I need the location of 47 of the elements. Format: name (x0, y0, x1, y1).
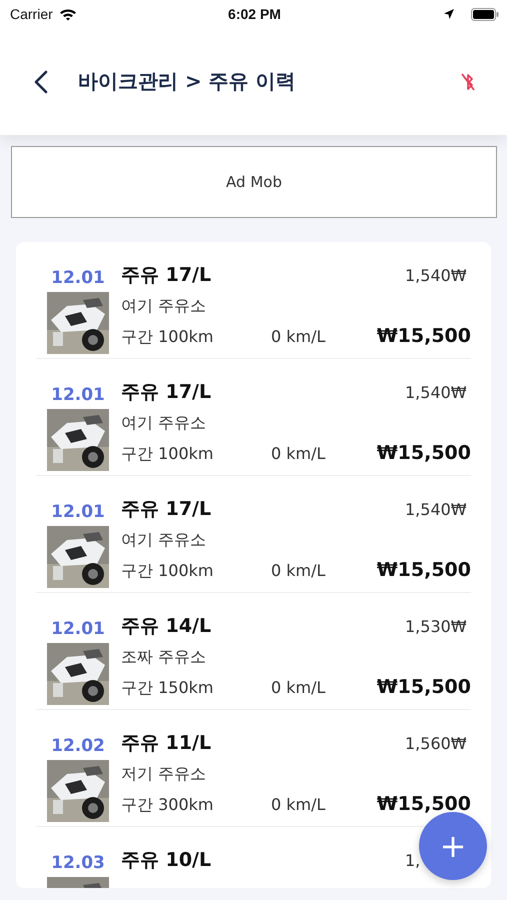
wifi-icon (58, 8, 77, 20)
efficiency-text: 0 km/L (271, 795, 326, 814)
total-cost: ₩15,500 (376, 676, 471, 698)
record-date: 12.01 (51, 502, 105, 522)
record-title: 주유 14/L (121, 614, 212, 639)
bluetooth-off-icon[interactable] (459, 70, 477, 92)
distance-text: 구간 100km (121, 327, 214, 348)
record-title: 주유 17/L (121, 497, 212, 522)
record-title: 주유 11/L (121, 731, 212, 756)
record-date: 12.01 (51, 619, 105, 639)
record-date: 12.01 (51, 268, 105, 288)
station-name: 여기 주유소 (121, 530, 208, 551)
unit-price: 1,540₩ (405, 500, 468, 519)
unit-price: 1,540₩ (405, 383, 468, 402)
unit-price: 1,560₩ (405, 734, 468, 753)
total-cost: ₩15,500 (376, 559, 471, 581)
unit-price: 1,530₩ (405, 617, 468, 636)
distance-text: 구간 300km (121, 795, 214, 816)
record-date: 12.03 (51, 853, 105, 873)
record-title: 주유 17/L (121, 380, 212, 405)
station-name: 여기 주유소 (121, 413, 208, 434)
battery-icon (470, 8, 499, 20)
efficiency-text: 0 km/L (271, 444, 326, 463)
unit-price: 1,540₩ (405, 266, 468, 285)
total-cost: ₩15,500 (376, 325, 471, 347)
carrier-name: Carrier (10, 6, 53, 22)
distance-text: 구간 100km (121, 561, 214, 582)
total-cost: ₩15,500 (376, 442, 471, 464)
back-icon[interactable] (34, 70, 48, 94)
station-name: 조짜 주유소 (121, 647, 208, 668)
record-title: 주유 17/L (121, 263, 212, 288)
station-name: 저기 주유소 (121, 764, 208, 785)
ad-banner[interactable]: Ad Mob (11, 146, 497, 218)
record-date: 12.01 (51, 385, 105, 405)
status-time: 6:02 PM (228, 6, 281, 22)
location-icon (442, 8, 455, 20)
efficiency-text: 0 km/L (271, 327, 326, 346)
unit-price: 1, (405, 851, 422, 870)
record-title: 주유 10/L (121, 848, 212, 873)
page-title: 바이크관리 > 주유 이력 (78, 68, 297, 95)
efficiency-text: 0 km/L (271, 561, 326, 580)
efficiency-text: 0 km/L (271, 678, 326, 697)
station-name: 여기 주유소 (121, 296, 208, 317)
record-date: 12.02 (51, 736, 105, 756)
distance-text: 구간 150km (121, 678, 214, 699)
distance-text: 구간 100km (121, 444, 214, 465)
total-cost: ₩15,500 (376, 793, 471, 815)
